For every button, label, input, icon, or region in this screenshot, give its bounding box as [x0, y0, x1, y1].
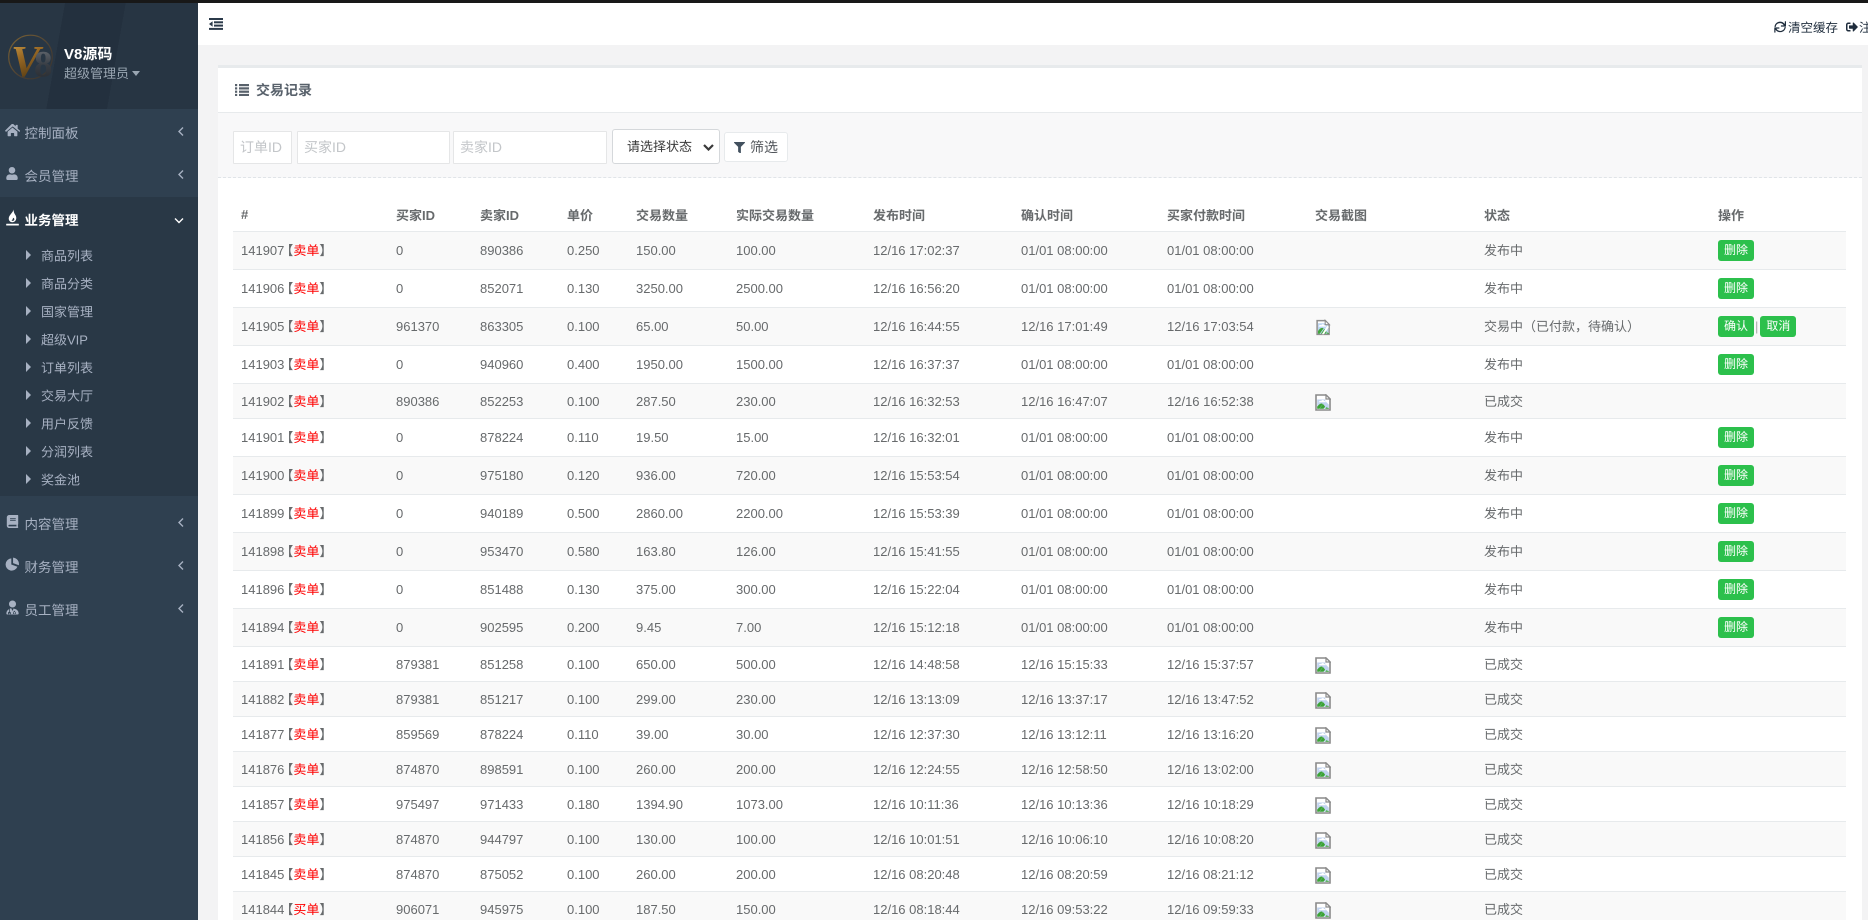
svg-text:8: 8	[34, 44, 53, 83]
